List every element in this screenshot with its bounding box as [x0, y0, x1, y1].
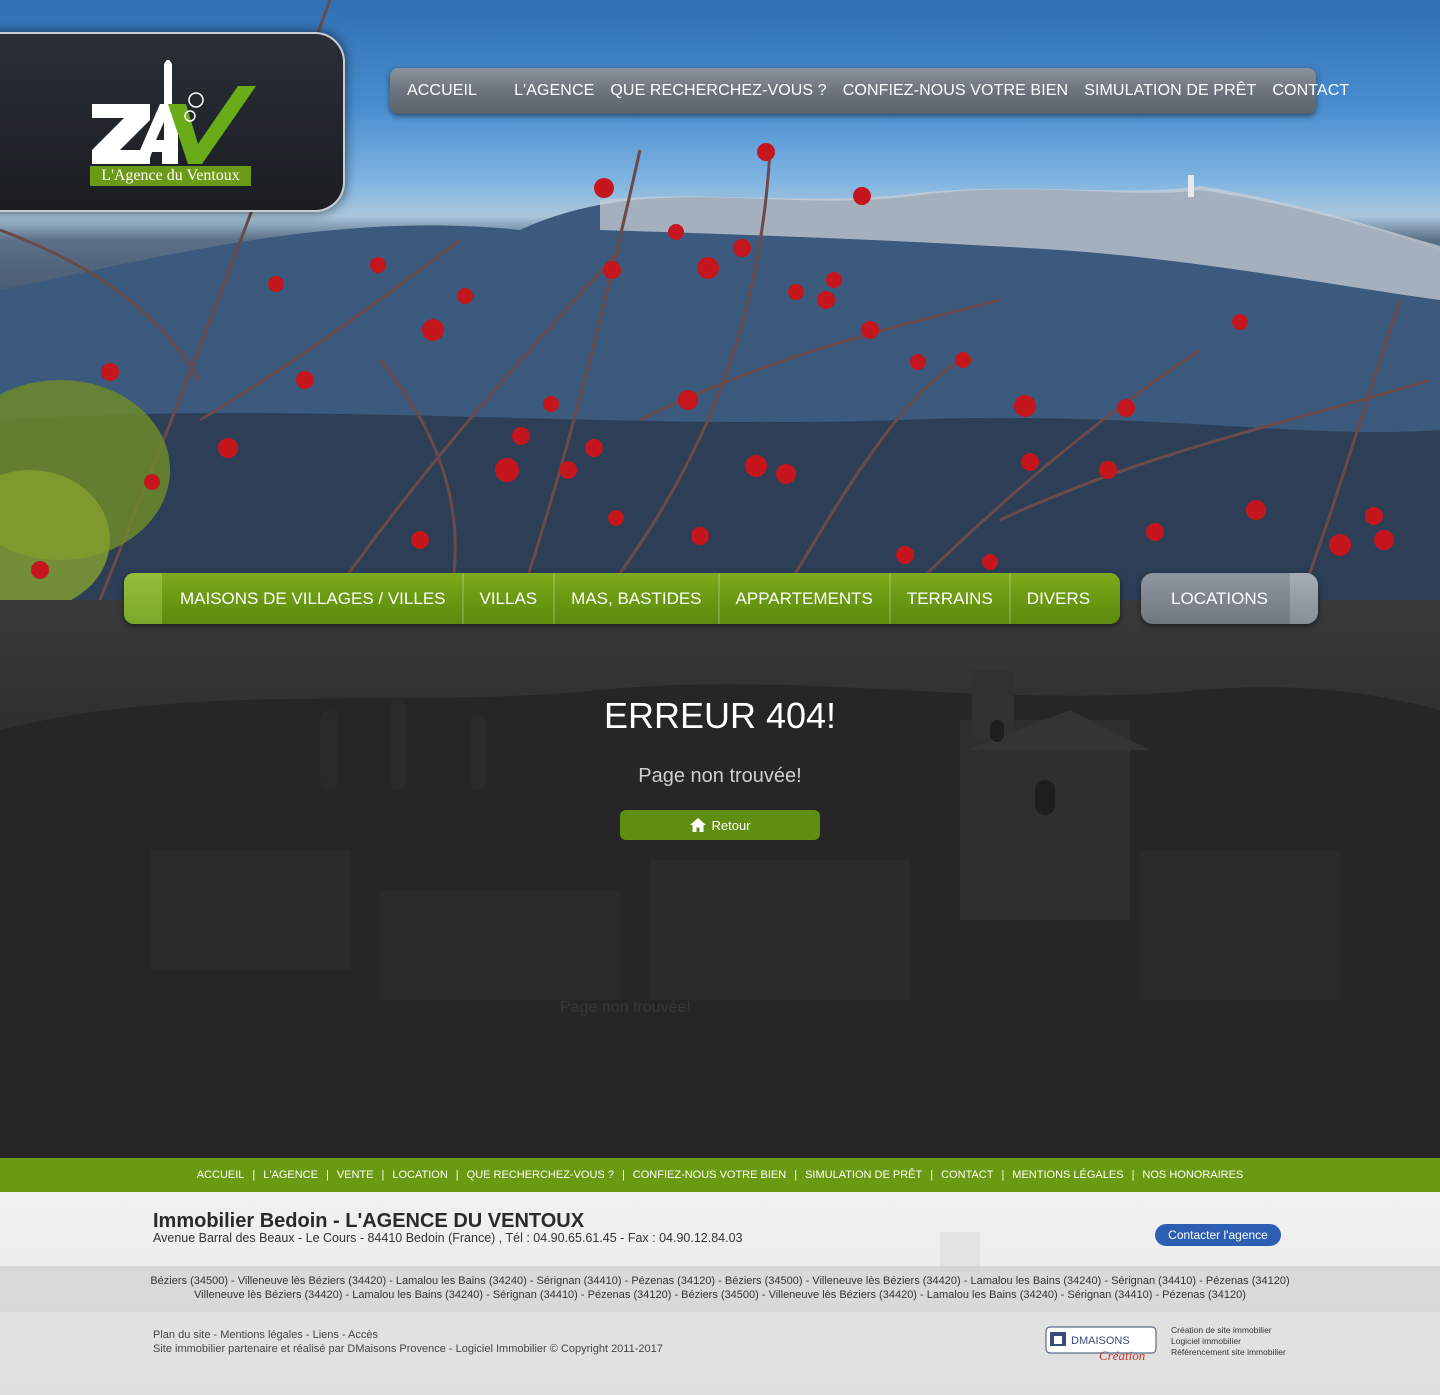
- cat-terrains[interactable]: TERRAINS: [891, 573, 1011, 624]
- dm-line: Référencement site immobilier: [1171, 1347, 1286, 1357]
- nav-accueil[interactable]: ACCUEIL: [407, 82, 477, 100]
- separator: |: [1131, 1169, 1135, 1181]
- separator: |: [325, 1169, 329, 1181]
- nav-recherche[interactable]: QUE RECHERCHEZ-VOUS ?: [610, 82, 826, 100]
- error-title: ERREUR 404!: [603, 695, 837, 736]
- footnav-contact[interactable]: CONTACT: [941, 1169, 993, 1181]
- footer-address: Avenue Barral des Beaux - Le Cours - 844…: [153, 1231, 743, 1245]
- dm-line: Logiciel immobilier: [1171, 1336, 1241, 1346]
- cities-line: Béziers (34500) - Villeneuve lès Béziers…: [150, 1275, 1290, 1287]
- home-icon: [690, 818, 707, 832]
- footer-title: Immobilier Bedoin - L'AGENCE DU VENTOUX: [153, 1210, 585, 1232]
- footnav-recherche[interactable]: QUE RECHERCHEZ-VOUS ?: [467, 1169, 614, 1181]
- separator: |: [455, 1169, 459, 1181]
- category-bar: MAISONS DE VILLAGES / VILLES VILLAS MAS,…: [124, 573, 1120, 624]
- dm-description: Création de site immobilier Logiciel imm…: [1171, 1325, 1286, 1358]
- error-subtitle: Page non trouvée!: [638, 765, 802, 787]
- village-background-image: [0, 670, 1440, 1158]
- cat-mas-bastides[interactable]: MAS, BASTIDES: [555, 573, 720, 624]
- locations-button[interactable]: LOCATIONS: [1141, 573, 1318, 624]
- footnav-vente[interactable]: VENTE: [337, 1169, 374, 1181]
- nav-confiez[interactable]: CONFIEZ-NOUS VOTRE BIEN: [843, 82, 1068, 100]
- cities-list: Béziers (34500) - Villeneuve lès Béziers…: [0, 1266, 1440, 1312]
- cat-villas[interactable]: VILLAS: [464, 573, 556, 624]
- footnav-confiez[interactable]: CONFIEZ-NOUS VOTRE BIEN: [633, 1169, 786, 1181]
- logo-icon[interactable]: [90, 60, 260, 165]
- nav-agence[interactable]: L'AGENCE: [514, 82, 594, 100]
- dm-script-text: Création: [1099, 1348, 1145, 1362]
- separator: |: [794, 1169, 798, 1181]
- separator: |: [621, 1169, 625, 1181]
- logo-caption: L'Agence du Ventoux: [90, 166, 251, 186]
- cat-appartements[interactable]: APPARTEMENTS: [720, 573, 891, 624]
- contact-agency-button[interactable]: Contacter l'agence: [1155, 1224, 1281, 1246]
- footer-navigation: ACCUEIL | L'AGENCE | VENTE | LOCATION | QUE …: [0, 1158, 1440, 1192]
- footnav-mentions[interactable]: MENTIONS LÉGALES: [1012, 1169, 1123, 1181]
- separator: |: [1001, 1169, 1005, 1181]
- footnav-agence[interactable]: L'AGENCE: [263, 1169, 318, 1181]
- ghost-text: Page non trouvée!: [560, 999, 691, 1016]
- top-navigation: ACCUEIL L'AGENCE QUE RECHERCHEZ-VOUS ? C…: [390, 68, 1349, 114]
- footer-credit: Site immobilier partenaire et réalisé pa…: [153, 1343, 663, 1355]
- footer-links[interactable]: Plan du site - Mentions légales - Liens …: [153, 1329, 378, 1341]
- footnav-simulation[interactable]: SIMULATION DE PRÊT: [805, 1169, 922, 1181]
- back-button[interactable]: Retour: [620, 810, 820, 840]
- dm-line: Création de site immobilier: [1171, 1325, 1272, 1335]
- cities-line: Villeneuve lès Béziers (34420) - Lamalou…: [194, 1289, 1246, 1301]
- footnav-honoraires[interactable]: NOS HONORAIRES: [1142, 1169, 1243, 1181]
- footer: Immobilier Bedoin - L'AGENCE DU VENTOUX …: [0, 1192, 1440, 1395]
- footnav-location[interactable]: LOCATION: [392, 1169, 447, 1181]
- separator: |: [252, 1169, 256, 1181]
- cat-maisons[interactable]: MAISONS DE VILLAGES / VILLES: [162, 573, 464, 624]
- content-background: [0, 600, 1440, 1158]
- back-label: Retour: [711, 817, 751, 833]
- nav-simulation[interactable]: SIMULATION DE PRÊT: [1084, 82, 1256, 100]
- separator: |: [381, 1169, 385, 1181]
- separator: |: [930, 1169, 934, 1181]
- nav-contact[interactable]: CONTACT: [1272, 82, 1349, 100]
- cat-divers[interactable]: DIVERS: [1011, 573, 1106, 624]
- footnav-accueil[interactable]: ACCUEIL: [197, 1169, 245, 1181]
- dm-brand-text: DMAISONS: [1071, 1335, 1130, 1347]
- dmaisons-logo[interactable]: DMAISONS Création: [1045, 1326, 1157, 1362]
